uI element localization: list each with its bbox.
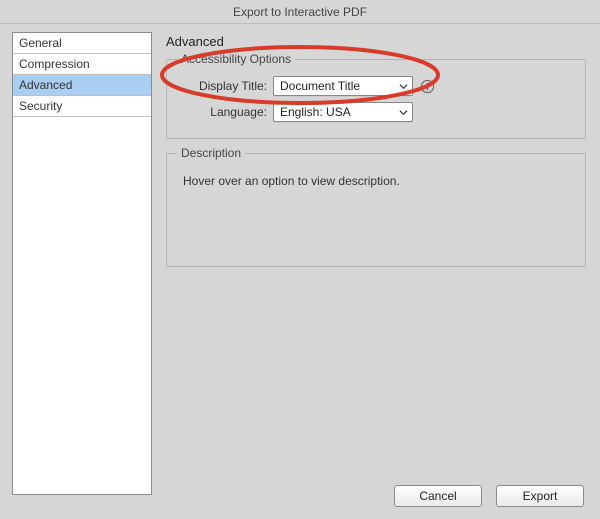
language-label: Language:: [177, 105, 273, 119]
dialog-buttons: Cancel Export: [394, 485, 584, 507]
language-select[interactable]: English: USA: [273, 102, 413, 122]
chevron-down-icon: [399, 108, 408, 117]
sidebar-item-label: General: [19, 36, 62, 50]
language-row: Language: English: USA: [177, 102, 575, 122]
sidebar-item-label: Security: [19, 99, 62, 113]
description-group: Description Hover over an option to view…: [166, 153, 586, 267]
description-legend: Description: [177, 146, 245, 160]
sidebar-item-security[interactable]: Security: [13, 96, 151, 117]
language-value: English: USA: [280, 105, 351, 119]
display-title-row: Display Title: Document Title: [177, 76, 575, 96]
export-button[interactable]: Export: [496, 485, 584, 507]
chevron-down-icon: [399, 82, 408, 91]
sidebar-item-advanced[interactable]: Advanced: [13, 75, 151, 96]
accessibility-options-group: Accessibility Options Display Title: Doc…: [166, 59, 586, 139]
display-title-label: Display Title:: [177, 79, 273, 93]
dialog-title: Export to Interactive PDF: [0, 0, 600, 24]
dialog-body: General Compression Advanced Security Ad…: [0, 24, 600, 495]
cancel-button[interactable]: Cancel: [394, 485, 482, 507]
sidebar-item-label: Compression: [19, 57, 90, 71]
sidebar-item-label: Advanced: [19, 78, 72, 92]
info-icon[interactable]: [419, 78, 435, 94]
sidebar-item-general[interactable]: General: [13, 33, 151, 54]
description-text: Hover over an option to view description…: [177, 164, 575, 254]
accessibility-legend: Accessibility Options: [177, 52, 295, 66]
sidebar-item-compression[interactable]: Compression: [13, 54, 151, 75]
display-title-value: Document Title: [280, 79, 360, 93]
main-panel: Advanced Accessibility Options Display T…: [166, 32, 588, 281]
category-sidebar: General Compression Advanced Security: [12, 32, 152, 495]
panel-title: Advanced: [166, 34, 586, 49]
display-title-select[interactable]: Document Title: [273, 76, 413, 96]
